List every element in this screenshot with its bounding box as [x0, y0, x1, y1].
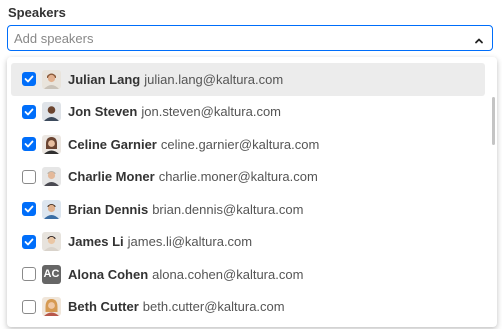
speakers-dropdown: Julian Lang julian.lang@kaltura.com Jon S… [7, 57, 497, 327]
speaker-option[interactable]: James Li james.li@kaltura.com [7, 226, 485, 259]
speaker-email: jon.steven@kaltura.com [141, 104, 282, 120]
speaker-email: brian.dennis@kaltura.com [152, 201, 304, 217]
speaker-option[interactable]: Beth Cutter beth.cutter@kaltura.com [7, 291, 485, 324]
checkbox-unchecked[interactable] [22, 267, 36, 282]
checkbox-checked[interactable] [22, 137, 36, 152]
checkbox-checked[interactable] [22, 202, 36, 217]
checkbox-checked[interactable] [22, 234, 36, 249]
speaker-email: julian.lang@kaltura.com [144, 71, 284, 87]
speaker-email: james.li@kaltura.com [127, 234, 253, 250]
speaker-email: charlie.moner@kaltura.com [158, 169, 318, 185]
avatar [42, 102, 61, 122]
checkbox-checked[interactable] [22, 72, 36, 87]
speaker-name: Jon Steven [68, 104, 138, 120]
scrollbar-thumb[interactable] [492, 97, 495, 145]
speaker-email: celine.garnier@kaltura.com [160, 136, 320, 152]
checkbox-checked[interactable] [22, 104, 36, 119]
speaker-name: Celine Garnier [68, 136, 157, 152]
avatar [42, 297, 61, 317]
checkbox-unchecked[interactable] [22, 299, 36, 314]
chevron-up-icon[interactable] [474, 33, 484, 44]
speaker-name: Beth Cutter [68, 299, 139, 315]
speaker-option[interactable]: Charlie Moner charlie.moner@kaltura.com [7, 161, 485, 194]
speaker-name: Charlie Moner [68, 169, 155, 185]
speaker-email: alona.cohen@kaltura.com [152, 266, 304, 282]
speakers-search-input[interactable] [14, 29, 454, 47]
avatar-initials: AC [42, 264, 61, 284]
speaker-name: James Li [68, 234, 124, 250]
speaker-option[interactable]: Julian Lang julian.lang@kaltura.com [11, 63, 485, 96]
speaker-option[interactable]: AC Alona Cohen alona.cohen@kaltura.com [7, 258, 485, 291]
speaker-name: Alona Cohen [68, 266, 149, 282]
avatar [42, 134, 61, 154]
field-label: Speakers [8, 5, 66, 20]
speaker-email: beth.cutter@kaltura.com [142, 299, 285, 315]
avatar [42, 167, 61, 187]
speaker-option[interactable]: Brian Dennis brian.dennis@kaltura.com [7, 193, 485, 226]
avatar [42, 199, 61, 219]
speaker-option[interactable]: Celine Garnier celine.garnier@kaltura.com [7, 128, 485, 161]
avatar [42, 69, 61, 89]
speakers-select[interactable] [7, 25, 493, 51]
checkbox-unchecked[interactable] [22, 169, 36, 184]
speaker-name: Brian Dennis [68, 201, 149, 217]
avatar [42, 232, 61, 252]
speakers-list: Julian Lang julian.lang@kaltura.com Jon S… [7, 63, 485, 323]
speaker-name: Julian Lang [68, 71, 141, 87]
speaker-option[interactable]: Jon Steven jon.steven@kaltura.com [7, 96, 485, 129]
